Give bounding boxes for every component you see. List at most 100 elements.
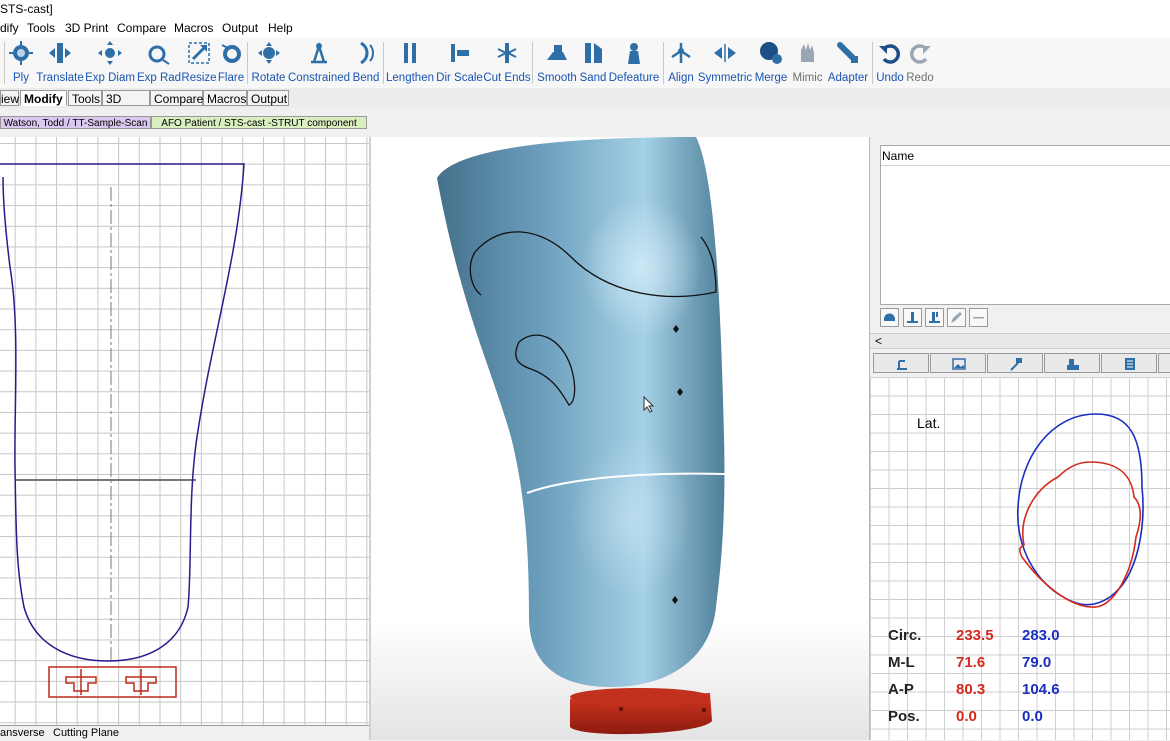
tab-view[interactable]: iew	[0, 90, 19, 106]
menu-tools[interactable]: Tools	[27, 21, 55, 35]
image-icon	[952, 358, 966, 370]
tab-measure[interactable]	[873, 353, 929, 373]
menu-macros[interactable]: Macros	[174, 21, 213, 35]
align-button[interactable]: Align	[667, 38, 695, 88]
tab-notes[interactable]	[1101, 353, 1157, 373]
document-tabs: Watson, Todd / TT-Sample-Scan AFO Patien…	[0, 108, 1170, 138]
pin-pair-icon	[929, 312, 940, 323]
bend-button[interactable]: Bend	[352, 38, 380, 88]
pin-pair-tool-button[interactable]	[925, 308, 944, 327]
profile-view[interactable]	[0, 137, 369, 725]
ruler-icon	[1067, 359, 1079, 370]
defeature-button[interactable]: Defeature	[609, 38, 659, 88]
window-title: STS-cast]	[0, 2, 53, 16]
pos-label: Pos.	[888, 708, 920, 725]
scroll-left-arrow[interactable]: <	[875, 334, 882, 348]
adapter-icon	[837, 42, 858, 63]
tab-hammer[interactable]	[987, 353, 1043, 373]
name-column-header[interactable]: Name	[881, 146, 1170, 166]
pencil-icon	[951, 312, 962, 323]
ap-red-value: 80.3	[956, 681, 986, 698]
smooth-icon	[547, 45, 567, 60]
flare-button[interactable]: Flare	[218, 38, 244, 88]
horizontal-scrollbar[interactable]: <	[870, 333, 1170, 349]
document-tab-scan[interactable]: Watson, Todd / TT-Sample-Scan	[0, 116, 151, 129]
3d-viewport[interactable]	[371, 137, 869, 740]
exp-rad-button[interactable]: Exp Rad	[137, 38, 181, 88]
align-icon	[671, 43, 691, 63]
bend-icon	[360, 41, 374, 65]
exp-diam-button[interactable]: Exp Diam	[85, 38, 135, 88]
tab-macros[interactable]: Macros	[203, 90, 247, 106]
symmetric-icon	[714, 44, 736, 62]
lengthen-button[interactable]: Lengthen	[386, 38, 434, 88]
tab-ruler[interactable]	[1044, 353, 1100, 373]
rotate-button[interactable]: Rotate	[251, 38, 286, 88]
cut-ends-button[interactable]: Cut Ends	[483, 38, 531, 88]
document-tab-strut[interactable]: AFO Patient / STS-cast -STRUT component	[151, 116, 367, 129]
tab-tools[interactable]: Tools	[68, 90, 102, 106]
menu-output[interactable]: Output	[222, 21, 258, 35]
merge-icon	[760, 42, 782, 64]
symmetric-button[interactable]: Symmetric	[698, 38, 752, 88]
toolbar-separator	[383, 42, 384, 84]
adapter-profile	[48, 666, 177, 698]
tab-image[interactable]	[930, 353, 986, 373]
constrained-icon	[311, 41, 327, 64]
object-list[interactable]: Name	[880, 145, 1170, 305]
menu-modify[interactable]: dify	[0, 21, 19, 35]
tab-output[interactable]: Output	[247, 90, 289, 106]
undo-icon	[879, 44, 900, 64]
3d-model-view	[437, 137, 726, 735]
adapter-button[interactable]: Adapter	[826, 38, 870, 88]
pos-red-value: 0.0	[956, 708, 977, 725]
notes-icon	[1125, 358, 1135, 370]
tab-transverse[interactable]: ansverse	[0, 727, 45, 739]
knee-highlight	[581, 197, 701, 337]
ap-blue-value: 104.6	[1022, 681, 1060, 698]
profile-drawing	[0, 163, 245, 698]
lengthen-icon	[404, 43, 416, 63]
translate-button[interactable]: Translate	[36, 38, 84, 88]
resize-button[interactable]: Resize	[181, 38, 217, 88]
cross-section-view[interactable]: Lat. Circ. 233.5 283.0 M-L 71.6 79.0 A-P…	[870, 377, 1170, 740]
tab-3d-print[interactable]: 3D Print	[102, 90, 150, 122]
tab-more[interactable]	[1158, 353, 1170, 373]
redo-button[interactable]: Redo	[906, 38, 934, 88]
circ-red-value: 233.5	[956, 627, 994, 644]
menu-compare[interactable]: Compare	[117, 21, 166, 35]
tab-cutting-plane[interactable]: Cutting Plane	[53, 727, 119, 739]
dir-scale-icon	[450, 44, 469, 62]
exp-diam-icon	[98, 41, 122, 65]
circ-label: Circ.	[888, 627, 922, 644]
cap-icon	[884, 313, 895, 321]
constrained-button[interactable]: Constrained	[288, 38, 350, 88]
ml-blue-value: 79.0	[1022, 654, 1052, 671]
merge-button[interactable]: Merge	[755, 38, 787, 88]
tab-modify[interactable]: Modify	[20, 90, 67, 106]
resize-icon	[188, 42, 210, 64]
flare-icon	[221, 44, 241, 63]
toolbar: Ply Translate Exp Diam Exp Rad Resize Fl…	[0, 38, 1170, 89]
translate-icon	[49, 43, 71, 63]
menu-help[interactable]: Help	[268, 21, 293, 35]
cross-section-drawing	[1016, 413, 1144, 608]
cap-tool-button[interactable]	[880, 308, 899, 327]
tab-compare[interactable]: Compare	[150, 90, 203, 106]
ply-icon	[9, 41, 33, 65]
circ-blue-value: 283.0	[1022, 627, 1060, 644]
undo-button[interactable]: Undo	[876, 38, 904, 88]
caliper-icon	[897, 360, 907, 370]
pencil-tool-button[interactable]	[947, 308, 966, 327]
smooth-button[interactable]: Smooth	[536, 38, 578, 88]
ml-label: M-L	[888, 654, 915, 671]
menu-3d-print[interactable]: 3D Print	[65, 21, 108, 35]
sand-button[interactable]: Sand	[580, 38, 606, 88]
limb-profile-outline	[0, 163, 245, 662]
dir-scale-button[interactable]: Dir Scale	[436, 38, 483, 88]
pin-tool-button[interactable]	[903, 308, 922, 327]
menu-bar: dify Tools 3D Print Compare Macros Outpu…	[0, 18, 1170, 38]
ply-button[interactable]: Ply	[8, 38, 34, 88]
remove-tool-button[interactable]	[969, 308, 988, 327]
mimic-button[interactable]: Mimic	[791, 38, 824, 88]
